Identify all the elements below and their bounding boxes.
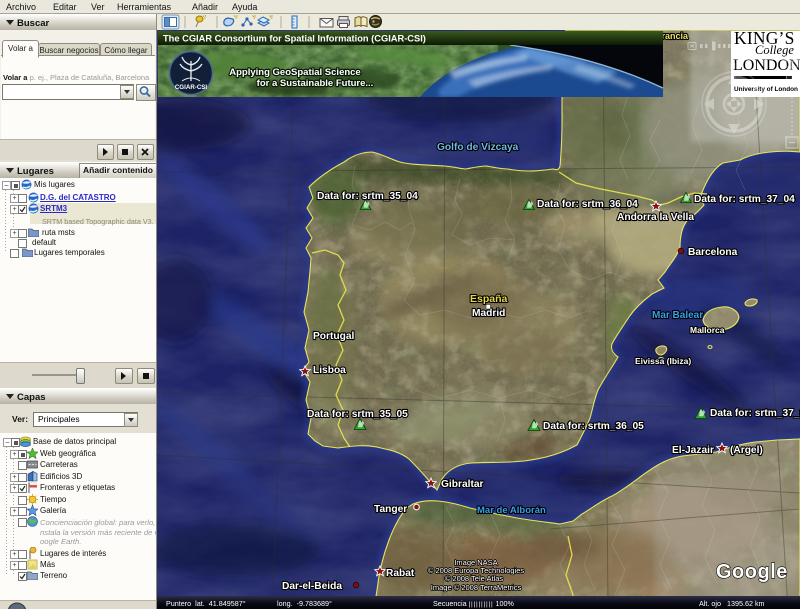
svg-text:Data for: srtm_35_05: Data for: srtm_35_05	[307, 409, 408, 420]
svg-text:CGIAR-CSI: CGIAR-CSI	[175, 84, 208, 91]
svg-text:The CGIAR Consortium for Spati: The CGIAR Consortium for Spatial Informa…	[163, 34, 426, 44]
svg-text:España: España	[470, 293, 508, 305]
svg-text:Lisboa: Lisboa	[313, 365, 346, 376]
svg-text:Image © 2008 TerraMetrics: Image © 2008 TerraMetrics	[431, 583, 522, 592]
svg-text:Applying GeoSpatial Science: Applying GeoSpatial Science	[229, 67, 360, 78]
svg-text:Data for: srtm_37_05: Data for: srtm_37_05	[710, 408, 800, 419]
svg-text:(Argel): (Argel)	[730, 445, 763, 456]
svg-text:Data for: srtm_36_04: Data for: srtm_36_04	[537, 199, 638, 210]
svg-text:Mallorca: Mallorca	[690, 325, 725, 335]
svg-text:Data for: srtm_36_05: Data for: srtm_36_05	[543, 421, 644, 432]
svg-text:Eivissa (Ibiza): Eivissa (Ibiza)	[635, 356, 691, 366]
svg-text:Rabat: Rabat	[386, 568, 415, 579]
svg-text:Data for: srtm_35_04: Data for: srtm_35_04	[317, 191, 418, 202]
svg-text:Golfo de Vizcaya: Golfo de Vizcaya	[437, 142, 519, 153]
svg-text:for a Sustainable Future...: for a Sustainable Future...	[257, 78, 374, 89]
svg-text:El-Jazair: El-Jazair	[672, 445, 714, 456]
svg-text:Data for: srtm_37_04: Data for: srtm_37_04	[694, 194, 795, 205]
svg-text:Madrid: Madrid	[472, 308, 505, 319]
svg-text:Gibraltar: Gibraltar	[441, 479, 483, 490]
svg-text:Barcelona: Barcelona	[688, 247, 738, 258]
svg-text:Mar Balear: Mar Balear	[652, 310, 703, 321]
svg-text:Tanger: Tanger	[374, 504, 407, 515]
svg-text:Portugal: Portugal	[313, 331, 354, 342]
svg-text:Andorra la Vella: Andorra la Vella	[617, 212, 694, 223]
svg-text:Google: Google	[716, 561, 788, 583]
svg-text:© 2008 Tele Atlas: © 2008 Tele Atlas	[445, 574, 504, 583]
svg-text:Dar-el-Beida: Dar-el-Beida	[282, 581, 342, 592]
svg-text:Mar de Alborán: Mar de Alborán	[477, 505, 546, 516]
